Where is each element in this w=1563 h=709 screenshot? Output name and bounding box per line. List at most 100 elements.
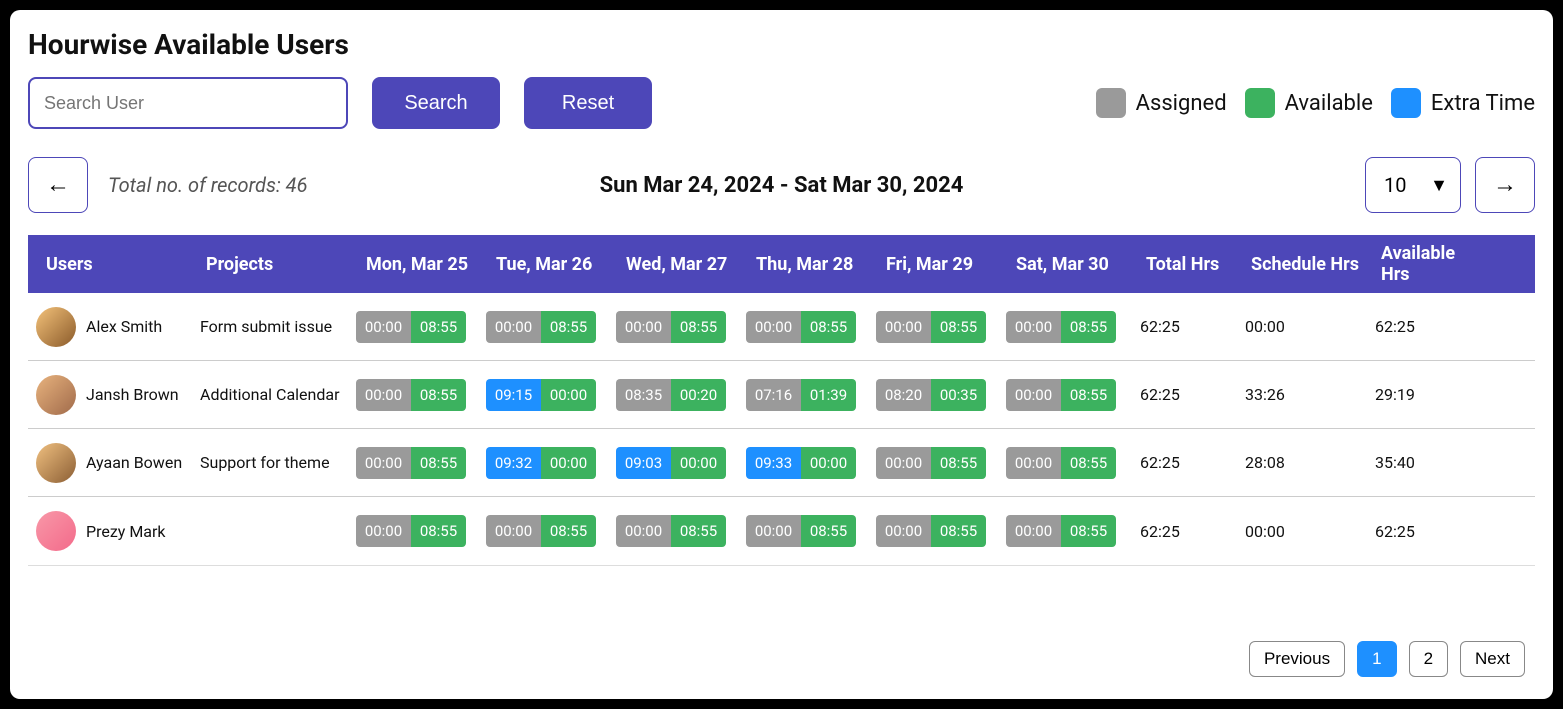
swatch-extra (1391, 88, 1421, 118)
time-assigned: 09:15 (486, 379, 541, 411)
next-week-button[interactable]: → (1475, 157, 1535, 213)
time-available: 08:55 (801, 515, 856, 547)
avatar (36, 307, 76, 347)
page-size-value: 10 (1384, 173, 1406, 197)
th-d0: Mon, Mar 25 (356, 254, 486, 275)
th-d1: Tue, Mar 26 (486, 254, 616, 275)
day-cell: 00:0008:55 (356, 447, 486, 479)
time-available: 00:00 (541, 447, 596, 479)
time-assigned: 00:00 (746, 311, 801, 343)
cell-available: 29:19 (1371, 385, 1496, 404)
user-name: Ayaan Bowen (86, 453, 182, 472)
time-assigned: 00:00 (486, 311, 541, 343)
reset-button[interactable]: Reset (524, 77, 652, 129)
time-assigned: 00:00 (1006, 447, 1061, 479)
pagination-next[interactable]: Next (1460, 641, 1525, 677)
time-available: 00:00 (541, 379, 596, 411)
day-cell: 09:3200:00 (486, 447, 616, 479)
time-assigned: 08:35 (616, 379, 671, 411)
day-cell: 00:0008:55 (876, 311, 1006, 343)
user-cell: Prezy Mark (36, 511, 196, 551)
cell-total: 62:25 (1136, 385, 1241, 404)
cell-total: 62:25 (1136, 453, 1241, 472)
time-available: 08:55 (931, 311, 986, 343)
cell-available: 62:25 (1371, 317, 1496, 336)
page-size-select[interactable]: 10 ▼ (1365, 157, 1461, 213)
day-cell: 00:0008:55 (1006, 311, 1136, 343)
time-available: 08:55 (801, 311, 856, 343)
table-row: Alex SmithForm submit issue00:0008:5500:… (28, 293, 1535, 361)
th-d5: Sat, Mar 30 (1006, 254, 1136, 275)
th-users: Users (36, 254, 196, 275)
time-assigned: 00:00 (616, 311, 671, 343)
date-range: Sun Mar 24, 2024 - Sat Mar 30, 2024 (600, 173, 964, 198)
time-assigned: 09:33 (746, 447, 801, 479)
table: Users Projects Mon, Mar 25 Tue, Mar 26 W… (28, 235, 1535, 565)
day-cell: 00:0008:55 (486, 311, 616, 343)
time-available: 08:55 (411, 379, 466, 411)
day-cell: 07:1601:39 (746, 379, 876, 411)
table-row: Prezy Mark00:0008:5500:0008:5500:0008:55… (28, 497, 1535, 565)
day-cell: 00:0008:55 (876, 515, 1006, 547)
day-cell: 09:3300:00 (746, 447, 876, 479)
time-assigned: 00:00 (876, 447, 931, 479)
day-cell: 00:0008:55 (486, 515, 616, 547)
time-assigned: 09:32 (486, 447, 541, 479)
time-assigned: 00:00 (486, 515, 541, 547)
avatar (36, 511, 76, 551)
chevron-down-icon: ▼ (1430, 175, 1448, 196)
table-row: Ayaan BowenSupport for theme00:0008:5509… (28, 429, 1535, 497)
cell-total: 62:25 (1136, 317, 1241, 336)
time-available: 00:00 (671, 447, 726, 479)
search-button[interactable]: Search (372, 77, 500, 129)
user-cell: Jansh Brown (36, 375, 196, 415)
avatar (36, 443, 76, 483)
time-available: 08:55 (671, 515, 726, 547)
avatar (36, 375, 76, 415)
day-cell: 08:2000:35 (876, 379, 1006, 411)
th-d2: Wed, Mar 27 (616, 254, 746, 275)
time-available: 08:55 (541, 311, 596, 343)
pagination-page-1[interactable]: 1 (1357, 641, 1396, 677)
project-cell: Form submit issue (196, 317, 356, 336)
time-assigned: 00:00 (876, 311, 931, 343)
prev-week-button[interactable]: ← (28, 157, 88, 213)
day-cell: 00:0008:55 (356, 311, 486, 343)
day-cell: 08:3500:20 (616, 379, 746, 411)
legend-assigned: Assigned (1096, 88, 1227, 118)
legend-extra: Extra Time (1391, 88, 1535, 118)
cell-available: 35:40 (1371, 453, 1496, 472)
time-available: 08:55 (931, 447, 986, 479)
cell-schedule: 00:00 (1241, 317, 1371, 336)
legend-extra-label: Extra Time (1431, 91, 1535, 116)
meta-row: ← Total no. of records: 46 Sun Mar 24, 2… (28, 157, 1535, 213)
time-assigned: 00:00 (356, 447, 411, 479)
project-cell: Additional Calendar (196, 385, 356, 404)
day-cell: 09:1500:00 (486, 379, 616, 411)
user-name: Prezy Mark (86, 522, 166, 541)
day-cell: 00:0008:55 (616, 311, 746, 343)
time-assigned: 00:00 (1006, 379, 1061, 411)
day-cell: 00:0008:55 (1006, 447, 1136, 479)
page-title: Hourwise Available Users (28, 28, 1535, 61)
time-available: 08:55 (1061, 515, 1116, 547)
swatch-assigned (1096, 88, 1126, 118)
records-count: Total no. of records: 46 (108, 173, 307, 197)
day-cell: 00:0008:55 (616, 515, 746, 547)
table-row: Jansh BrownAdditional Calendar00:0008:55… (28, 361, 1535, 429)
user-name: Jansh Brown (86, 385, 179, 404)
time-assigned: 00:00 (356, 515, 411, 547)
time-available: 01:39 (801, 379, 856, 411)
time-available: 08:55 (931, 515, 986, 547)
day-cell: 00:0008:55 (356, 379, 486, 411)
pagination-page-2[interactable]: 2 (1409, 641, 1448, 677)
pagination-previous[interactable]: Previous (1249, 641, 1345, 677)
table-header: Users Projects Mon, Mar 25 Tue, Mar 26 W… (28, 235, 1535, 293)
project-cell: Support for theme (196, 453, 356, 472)
th-d3: Thu, Mar 28 (746, 254, 876, 275)
legend-assigned-label: Assigned (1136, 91, 1227, 116)
arrow-right-icon: → (1493, 171, 1517, 199)
toolbar: Search Reset Assigned Available Extra Ti… (28, 77, 1535, 129)
search-input[interactable] (28, 77, 348, 129)
day-cell: 00:0008:55 (746, 311, 876, 343)
